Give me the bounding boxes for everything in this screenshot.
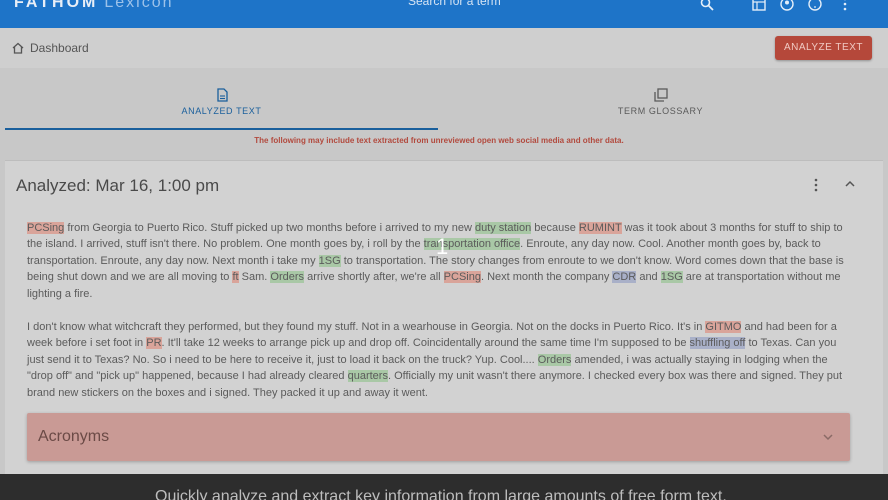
tab-bar: ANALYZED TEXT TERM GLOSSARY	[5, 78, 883, 130]
text-run: . It'll take 12 weeks to arrange pick up…	[161, 337, 690, 350]
app-logo[interactable]: FATHOM Lexicon	[14, 0, 174, 12]
analyzed-paragraph: I don't know what witchcraft they perfor…	[27, 319, 853, 401]
term-highlight[interactable]: duty station	[474, 222, 532, 234]
home-icon	[12, 42, 24, 54]
search-icon[interactable]	[700, 0, 714, 11]
chevron-up-icon[interactable]	[844, 178, 856, 190]
logo-subtext: Lexicon	[104, 0, 174, 11]
document-icon	[216, 88, 228, 102]
tour-banner-text: Quickly analyze and extract key informat…	[155, 488, 727, 500]
tour-step-number: 1	[436, 234, 449, 259]
tab-analyzed-text[interactable]: ANALYZED TEXT	[5, 78, 438, 130]
term-highlight[interactable]: PR	[146, 337, 162, 350]
account-circle-icon[interactable]	[780, 0, 794, 11]
text-run: arrive shortly after, we're all	[304, 271, 444, 284]
term-highlight[interactable]: PCSing	[27, 222, 65, 234]
library-books-icon	[653, 88, 668, 102]
breadcrumb-dashboard[interactable]: Dashboard	[30, 41, 89, 55]
term-highlight[interactable]: RUMINT	[578, 222, 622, 234]
term-highlight[interactable]: 1SG	[660, 271, 683, 284]
tour-banner: Quickly analyze and extract key informat…	[0, 474, 888, 500]
disclaimer-text: The following may include text extracted…	[254, 136, 624, 145]
tab-term-glossary[interactable]: TERM GLOSSARY	[438, 78, 883, 130]
analyzed-paragraph: PCSing from Georgia to Puerto Rico. Stuf…	[27, 220, 853, 302]
term-highlight[interactable]: shuffling off	[689, 337, 746, 350]
analysis-card: Analyzed: Mar 16, 1:00 pm PCSing from Ge…	[5, 160, 883, 500]
app-bar: FATHOM Lexicon Search for a term	[0, 0, 888, 28]
logo-text: FATHOM	[14, 0, 99, 11]
chevron-down-icon[interactable]	[822, 431, 834, 443]
table-icon[interactable]	[752, 0, 766, 11]
term-highlight[interactable]: Orders	[270, 271, 305, 284]
term-highlight[interactable]: Orders	[537, 353, 572, 366]
text-run: I don't know what witchcraft they perfor…	[27, 321, 706, 333]
more-vert-icon[interactable]	[838, 0, 852, 11]
search-input[interactable]: Search for a term	[408, 0, 678, 14]
analyze-text-button[interactable]: ANALYZE TEXT	[775, 36, 872, 60]
tab-label: ANALYZED TEXT	[181, 106, 262, 116]
text-run: from Georgia to Puerto Rico. Stuff picke…	[64, 222, 475, 234]
acronyms-title: Acronyms	[38, 428, 110, 445]
text-run: because	[531, 222, 579, 234]
term-highlight[interactable]: CDR	[612, 271, 637, 284]
acronyms-panel[interactable]: Acronyms	[27, 413, 850, 461]
breadcrumb: Dashboard	[0, 28, 888, 68]
term-highlight[interactable]: 1SG	[318, 254, 341, 267]
card-title: Analyzed: Mar 16, 1:00 pm	[16, 176, 220, 195]
term-highlight[interactable]: quarters	[347, 370, 388, 383]
term-highlight[interactable]: PCSing	[443, 271, 481, 284]
text-run: and	[636, 271, 661, 284]
term-highlight[interactable]: GITMO	[705, 321, 742, 333]
more-vert-icon[interactable]	[811, 178, 821, 192]
text-run: Sam.	[238, 271, 271, 284]
tab-label: TERM GLOSSARY	[617, 106, 704, 116]
help-icon[interactable]	[808, 0, 822, 11]
text-run: . Next month the company	[480, 271, 613, 284]
